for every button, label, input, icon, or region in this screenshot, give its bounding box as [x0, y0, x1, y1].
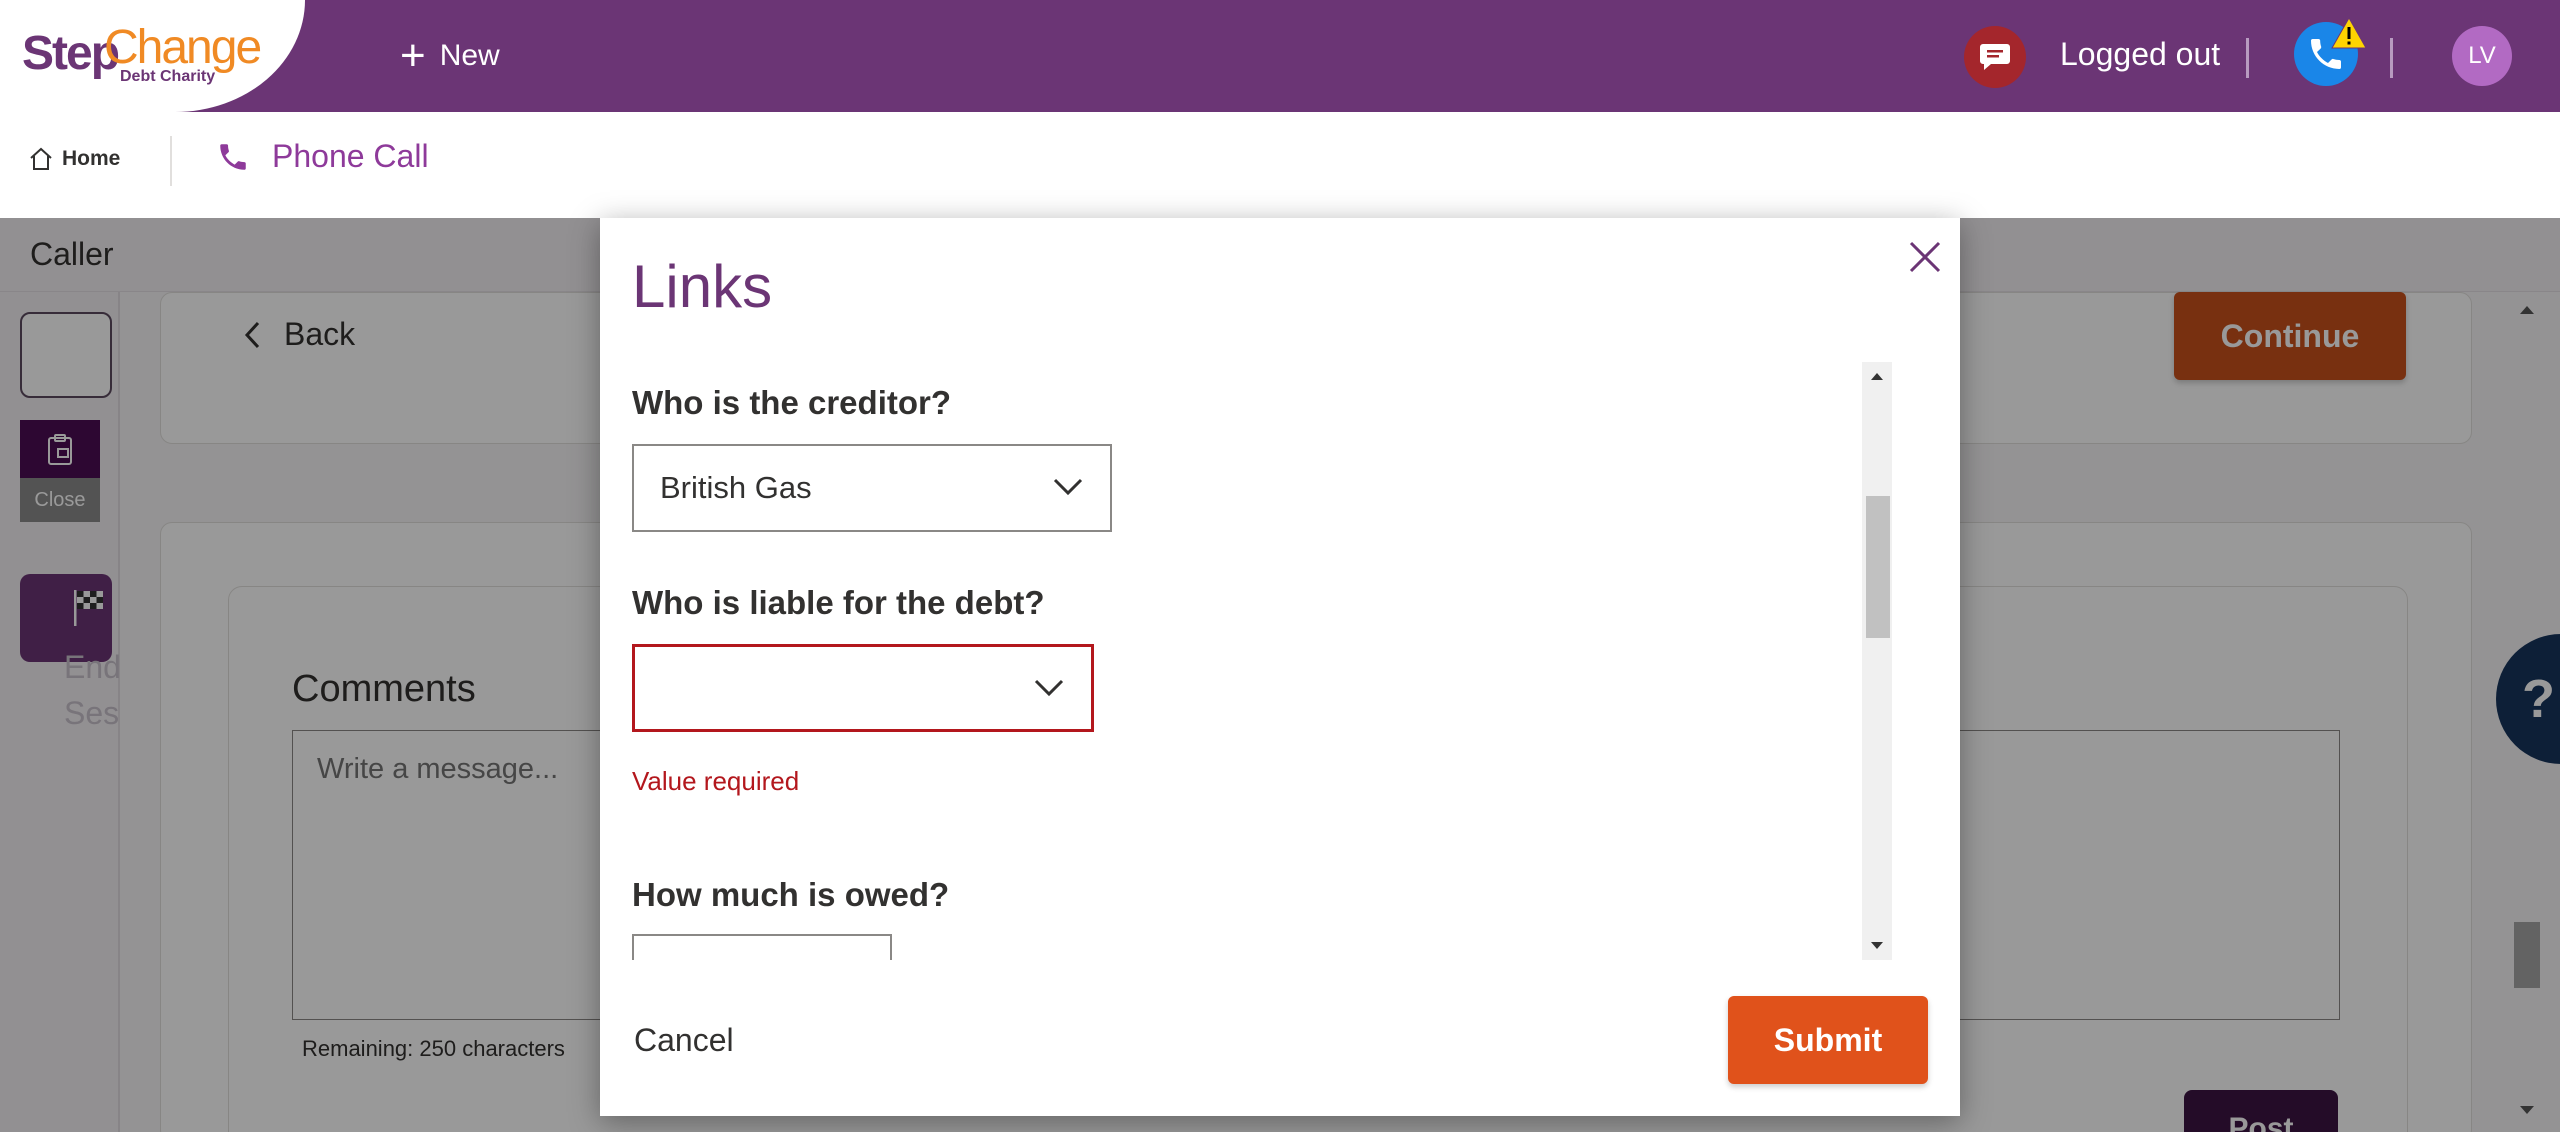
- logo-subtitle: Debt Charity: [120, 68, 216, 85]
- close-icon[interactable]: [1900, 232, 1950, 282]
- plus-icon: +: [400, 31, 426, 80]
- new-button-label: New: [439, 39, 500, 72]
- scroll-up-icon[interactable]: [1862, 368, 1892, 388]
- chevron-down-icon: [1034, 679, 1064, 697]
- chevron-down-icon: [1053, 478, 1083, 496]
- cancel-button[interactable]: Cancel: [634, 1022, 734, 1059]
- scroll-down-icon[interactable]: [1862, 938, 1892, 958]
- avatar[interactable]: LV: [2452, 26, 2512, 86]
- phone-icon: [220, 143, 246, 170]
- subnav-divider: [170, 136, 172, 186]
- submit-button[interactable]: Submit: [1728, 996, 1928, 1084]
- owed-amount-input[interactable]: [632, 934, 892, 960]
- dialog-scrollbar[interactable]: [1862, 362, 1892, 960]
- chat-bubble-icon[interactable]: [1964, 26, 2026, 88]
- tab-phone-call[interactable]: Phone Call: [216, 138, 429, 175]
- home-icon: [30, 147, 52, 170]
- home-label: Home: [62, 147, 121, 170]
- new-button[interactable]: + New: [400, 32, 500, 80]
- liable-select[interactable]: [632, 644, 1094, 732]
- logo-change-text: Change: [104, 21, 262, 74]
- top-bar: Step Change Debt Charity + New Logged ou…: [0, 0, 2560, 112]
- creditor-select[interactable]: British Gas: [632, 444, 1112, 532]
- owed-label: How much is owed?: [632, 876, 950, 913]
- home-link[interactable]: Home: [28, 146, 120, 172]
- dialog-body: Who is the creditor? British Gas Who is …: [632, 362, 1928, 960]
- warning-icon: [2330, 16, 2368, 55]
- topbar-divider: [2390, 38, 2393, 78]
- logo[interactable]: Step Change Debt Charity: [0, 0, 305, 112]
- dialog-title: Links: [632, 253, 773, 320]
- presence-status-text: Logged out: [2060, 36, 2221, 72]
- creditor-value: British Gas: [660, 470, 812, 505]
- secondary-nav: Home Phone Call: [0, 112, 2560, 218]
- links-dialog: Links Who is the creditor? British Gas W…: [600, 218, 1960, 1116]
- liable-error-text: Value required: [632, 766, 800, 796]
- creditor-label: Who is the creditor?: [632, 384, 952, 421]
- topbar-divider: [2246, 38, 2249, 78]
- phone-call-label: Phone Call: [272, 138, 429, 174]
- liable-label: Who is liable for the debt?: [632, 584, 1045, 621]
- dialog-scroll-thumb[interactable]: [1866, 496, 1890, 638]
